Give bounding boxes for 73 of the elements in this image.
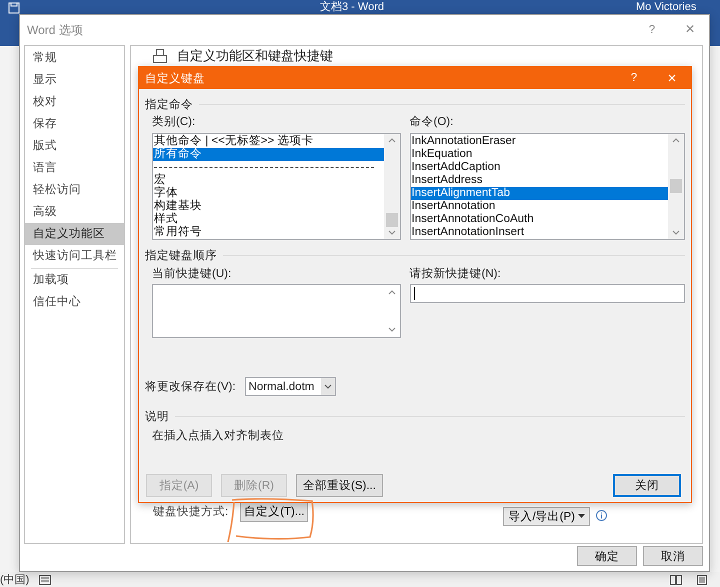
help-button[interactable]: ?: [633, 24, 671, 36]
scroll-up-icon: [671, 136, 681, 145]
user-name: Mo Victories: [636, 1, 696, 13]
dialog-button[interactable]: 全部重设(S)...: [296, 474, 383, 497]
field-label: 当前快捷键(U):: [152, 267, 232, 281]
close-button[interactable]: ×: [671, 21, 709, 39]
list-item[interactable]: InsertAddress: [410, 174, 668, 187]
nav-item[interactable]: 显示: [25, 69, 124, 91]
list-item[interactable]: 字体: [153, 187, 384, 200]
scroll-thumb[interactable]: [386, 213, 398, 227]
scroll-down-icon: [386, 228, 397, 237]
import-export-button[interactable]: 导入/导出(P): [503, 507, 590, 526]
nav-item[interactable]: 快速访问工具栏: [25, 245, 124, 267]
scrollbar[interactable]: [668, 134, 684, 239]
text-cursor: [414, 287, 415, 300]
nav-item[interactable]: 校对: [25, 91, 124, 113]
print-layout-icon: [696, 574, 708, 584]
field-label: 类别(C):: [152, 115, 196, 129]
nav-item[interactable]: 常规: [25, 47, 124, 69]
section-heading: 指定键盘顺序: [145, 248, 217, 262]
list-item[interactable]: InkEquation: [410, 148, 668, 161]
list-item[interactable]: InsertAnnotationInsert: [410, 226, 668, 239]
scrollbar[interactable]: [384, 134, 400, 239]
scroll-up-icon: [386, 288, 397, 297]
list-item[interactable]: 构建基块: [153, 200, 384, 213]
list-item[interactable]: InsertAddCaption: [410, 161, 668, 174]
info-icon: [596, 510, 608, 521]
list-item[interactable]: InkAnnotationEraser: [410, 135, 668, 148]
window-title: 文档3 - Word: [320, 1, 384, 13]
field-label: 键盘快捷方式:: [153, 504, 228, 519]
section-title: 自定义功能区和键盘快捷键: [177, 48, 333, 63]
field-label: 命令(O):: [410, 115, 454, 129]
dialog-button[interactable]: 确定: [577, 546, 637, 566]
dialog-button[interactable]: 关闭: [613, 474, 681, 497]
section-heading: 说明: [145, 410, 169, 424]
customize-button[interactable]: 自定义(T)...: [240, 501, 308, 522]
printer-icon: [153, 48, 167, 62]
section-heading: 指定命令: [145, 98, 193, 112]
shortcut-input[interactable]: [410, 284, 685, 303]
dialog-title: 自定义键盘: [145, 71, 206, 86]
list-item[interactable]: InsertAnnotation: [410, 200, 668, 213]
list-item[interactable]: 所有命令: [153, 148, 384, 161]
field-label: 将更改保存在(V):: [145, 380, 236, 394]
scroll-down-icon: [386, 325, 397, 334]
nav-item[interactable]: 信任中心: [25, 291, 124, 313]
list-item[interactable]: 宏: [153, 174, 384, 187]
list-item[interactable]: InsertAlignmentTab: [410, 187, 668, 200]
scroll-thumb[interactable]: [670, 179, 682, 193]
scroll-down-icon: [671, 228, 681, 237]
nav-item[interactable]: 加载项: [25, 269, 124, 291]
dialog-title: Word 选项: [27, 22, 84, 38]
field-label: 请按新快捷键(N):: [410, 267, 502, 281]
keyboard-icon: [39, 574, 52, 584]
status-language: (中国): [0, 573, 30, 587]
dropdown-arrow-icon: [578, 514, 586, 519]
nav-item[interactable]: 语言: [25, 157, 124, 179]
nav-item[interactable]: 版式: [25, 135, 124, 157]
list-item[interactable]: 其他命令 | <<无标签>> 选项卡: [153, 135, 384, 148]
category-list[interactable]: 其他命令 | <<无标签>> 选项卡 所有命令 宏 字体 构建基块 样式 常用符号: [152, 133, 401, 240]
command-list[interactable]: InkAnnotationEraser InkEquation InsertAddCaption InsertAddress InsertAlignmentTab InsertAnnotation InsertAnnotationCoAuth InsertAnnotationInsert: [410, 133, 685, 240]
dialog-button[interactable]: 取消: [643, 546, 703, 566]
nav-item[interactable]: 自定义功能区: [25, 223, 124, 245]
list-item[interactable]: 常用符号: [153, 226, 384, 239]
scroll-up-icon: [386, 136, 397, 145]
nav-item[interactable]: 轻松访问: [25, 179, 124, 201]
read-mode-icon: [670, 574, 682, 584]
list-item[interactable]: 样式: [153, 213, 384, 226]
description-text: 在插入点插入对齐制表位: [152, 429, 285, 443]
nav-item[interactable]: 高级: [25, 201, 124, 223]
shortcut-list[interactable]: [152, 284, 401, 338]
nav-item[interactable]: 保存: [25, 113, 124, 135]
template-dropdown[interactable]: Normal.dotm: [244, 377, 336, 396]
list-item[interactable]: InsertAnnotationCoAuth: [410, 213, 668, 226]
